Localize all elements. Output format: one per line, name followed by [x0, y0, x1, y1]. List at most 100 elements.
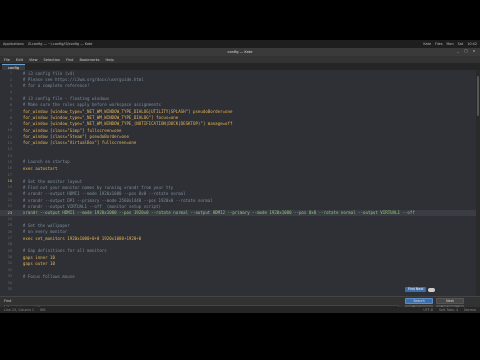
code-editor[interactable]: 1 # i3 config file (v4) 2 # Please see ht… [0, 70, 480, 296]
tray-item[interactable]: Files [435, 42, 442, 46]
window-controls: _ □ × [455, 49, 477, 54]
menu-file[interactable]: File [4, 58, 10, 62]
line-number: 19 [7, 185, 12, 190]
menu-edit[interactable]: Edit [16, 58, 23, 62]
line-number: 9 [9, 121, 12, 126]
app-menu[interactable]: Applications [3, 42, 24, 46]
line-number: 30 [7, 255, 12, 260]
line-number: 3 [9, 83, 12, 88]
line-text: # Make sure the rules apply before works… [18, 102, 161, 108]
minimize-button[interactable]: _ [455, 49, 461, 54]
line-text: # xrandr --output VIRTUAL1 --off (monito… [18, 203, 161, 209]
system-tray: Kate Files Mon Sat 10:42 [423, 42, 477, 46]
line-text: # Set the monitor layout [18, 178, 83, 184]
encoding[interactable]: UTF-8 [423, 308, 433, 312]
line-number: 21 [7, 198, 12, 203]
line-text: exec set_monitors 1920x1080+0+0 1920x108… [18, 235, 142, 241]
menu-find[interactable]: Find [66, 58, 73, 62]
line-number: 26 [7, 229, 12, 234]
line-number: 6 [9, 102, 12, 107]
line-number: 32 [7, 267, 12, 272]
line-number: 28 [7, 242, 12, 247]
line-text: for_window [class="Steam"] pseudoBorder=… [18, 134, 129, 140]
search-button[interactable]: Search [405, 298, 433, 304]
tray-item[interactable]: Kate [423, 42, 431, 46]
vertical-scrollbar[interactable] [476, 70, 480, 296]
line-text: exec autostart [18, 165, 58, 171]
system-top-bar: Applications i3-config — ~/.config/i3/co… [0, 40, 480, 48]
next-button[interactable]: Next [436, 298, 464, 304]
line-text: xrandr --output HDMI1 --mode 1920x1080 -… [18, 210, 415, 216]
line-number: 7 [9, 109, 12, 114]
line-number: 1 [9, 71, 12, 76]
cursor-position: Line 23, Column 1 [4, 308, 34, 312]
line-text: gaps inner 10 [18, 254, 55, 260]
desktop-screen: Applications i3-config — ~/.config/i3/co… [0, 40, 480, 313]
maximize-button[interactable]: □ [463, 49, 469, 54]
find-next-chip[interactable]: Find Next [405, 287, 436, 292]
indentation[interactable]: Soft Tabs: 4 [439, 308, 458, 312]
line-number: 35 [7, 286, 12, 291]
window-list-item[interactable]: i3-config — ~/.config/i3/config — Kate [28, 42, 93, 46]
line-number: 33 [7, 274, 12, 279]
line-number: 17 [7, 172, 12, 177]
line-text: # on every monitor [18, 229, 68, 235]
tab-bar: config [0, 63, 480, 70]
window-title: config — Kate [227, 50, 253, 54]
line-number: 11 [7, 134, 12, 139]
window-titlebar: config — Kate _ □ × [0, 48, 480, 56]
close-button[interactable]: × [471, 49, 477, 54]
line-number: 2 [9, 77, 12, 82]
find-next-label[interactable]: Find Next [405, 287, 427, 292]
line-text: # Set the wallpaper [18, 222, 70, 228]
tray-item[interactable]: Mon [447, 42, 454, 46]
code-line[interactable]: 23 xrandr --output HDMI1 --mode 1920x108… [0, 209, 480, 216]
line-number: 14 [7, 153, 12, 158]
menu-help[interactable]: Help [106, 58, 114, 62]
input-mode: INS [39, 308, 46, 312]
line-text: for_window [window_type="_NET_WM_WINDOW_… [18, 121, 233, 127]
clock: 10:42 [467, 42, 477, 46]
line-number: 16 [7, 166, 12, 171]
line-text: # xrandr --output HDMI1 --mode 1920x1080… [18, 191, 186, 197]
menu-bar: File Edit View Selection Find Bookmarks … [0, 56, 480, 63]
line-number: 5 [9, 96, 12, 101]
line-text: for_window [window_type="_NET_WM_WINDOW_… [18, 108, 233, 114]
tray-item[interactable]: Sat [458, 42, 464, 46]
menu-selection[interactable]: Selection [44, 58, 61, 62]
line-text: gaps outer 10 [18, 260, 55, 266]
line-number: 15 [7, 159, 12, 164]
line-text: # Gap definitions for all monitors [18, 248, 107, 254]
line-number: 24 [7, 217, 12, 222]
line-number: 22 [7, 204, 12, 209]
line-text: # Find out your monitor names by running… [18, 184, 174, 190]
line-number: 34 [7, 280, 12, 285]
line-number: 27 [7, 236, 12, 241]
line-number: 8 [9, 115, 12, 120]
line-text: # xrandr --output DP1 --primary --mode 2… [18, 197, 213, 203]
line-text: # i3 config file (v4) [18, 70, 75, 76]
menu-view[interactable]: View [29, 58, 38, 62]
line-number: 4 [9, 90, 12, 95]
line-text: # i3 config file - floating windows [18, 96, 110, 102]
menu-bookmarks[interactable]: Bookmarks [79, 58, 99, 62]
line-text: for_window [class="Gimp"] fullscreen=one [18, 127, 122, 133]
line-text: for_window [class="VirtualBox"] fullscre… [18, 140, 137, 146]
line-text: for_window [window_type="_NET_WM_WINDOW_… [18, 115, 179, 121]
line-text: # Focus follows mouse [18, 273, 75, 279]
line-number: 31 [7, 261, 12, 266]
status-bar: Line 23, Column 1 INS UTF-8 Soft Tabs: 4… [0, 307, 480, 313]
syntax-mode[interactable]: Normal [464, 308, 476, 312]
line-text: # Launch on startup [18, 159, 70, 165]
line-number: 13 [7, 147, 12, 152]
line-number: 29 [7, 248, 12, 253]
line-number: 20 [7, 191, 12, 196]
toggle-switch[interactable] [428, 287, 436, 292]
line-number: 10 [7, 128, 12, 133]
line-number: 25 [7, 223, 12, 228]
find-label: Find [4, 299, 12, 303]
line-text: # Please see https://i3wm.org/docs/userg… [18, 77, 144, 83]
line-text: # for a complete reference! [18, 83, 90, 89]
scrollbar-thumb[interactable] [477, 76, 479, 116]
line-number: 18 [7, 179, 12, 184]
